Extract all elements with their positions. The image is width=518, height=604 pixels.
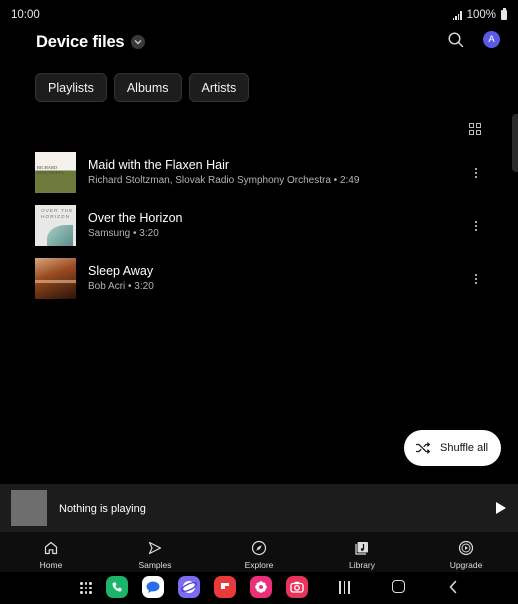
phone-app-icon[interactable]	[106, 576, 128, 598]
nav-samples[interactable]: Samples	[125, 540, 185, 570]
shuffle-all-button[interactable]: Shuffle all	[404, 430, 501, 466]
nav-label: Library	[349, 560, 375, 570]
nav-label: Samples	[138, 560, 172, 570]
page-title: Device files	[36, 32, 125, 51]
samples-icon	[148, 541, 162, 555]
album-cover	[35, 258, 76, 299]
track-subtitle: Richard Stoltzman, Slovak Radio Symphony…	[88, 175, 360, 186]
status-bar: 10:00 100%	[0, 0, 518, 30]
more-options-icon[interactable]	[471, 166, 481, 180]
album-cover-text: OVER THE HORIZON	[41, 209, 74, 220]
filter-chips: Playlists Albums Artists	[35, 73, 250, 102]
more-options-icon[interactable]	[471, 219, 481, 233]
nav-label: Upgrade	[449, 560, 483, 570]
shuffle-label: Shuffle all	[440, 442, 489, 454]
track-row[interactable]: OVER THE HORIZON Over the Horizon Samsun…	[35, 205, 495, 258]
nav-explore[interactable]: Explore	[229, 540, 289, 570]
track-subtitle: Bob Acri • 3:20	[88, 281, 154, 292]
nav-library[interactable]: Library	[332, 540, 392, 570]
library-icon	[355, 542, 368, 555]
battery-percent: 100%	[466, 9, 496, 21]
chevron-down-icon[interactable]	[131, 35, 146, 49]
track-row[interactable]: Sleep Away Bob Acri • 3:20	[35, 258, 495, 311]
system-home-icon[interactable]	[392, 580, 405, 593]
chip-albums[interactable]: Albums	[113, 73, 182, 102]
nav-label: Home	[39, 560, 63, 570]
chip-playlists[interactable]: Playlists	[35, 73, 107, 102]
scroll-handle[interactable]	[512, 114, 518, 172]
track-subtitle: Samsung • 3:20	[88, 228, 159, 239]
status-time: 10:00	[11, 9, 40, 21]
mini-player[interactable]: Nothing is playing	[0, 484, 518, 532]
track-title: Maid with the Flaxen Hair	[88, 158, 230, 172]
recent-apps-icon[interactable]	[339, 581, 351, 594]
track-title: Over the Horizon	[88, 211, 183, 225]
status-indicators: 100%	[452, 8, 507, 21]
page-header: Device files	[36, 30, 146, 54]
track-title: Sleep Away	[88, 264, 154, 278]
play-icon[interactable]	[496, 502, 506, 514]
system-nav-bar	[0, 572, 518, 604]
upgrade-icon	[458, 540, 474, 556]
album-cover-text: RICHARD STOLTZMAN	[37, 165, 64, 175]
gallery-app-icon[interactable]	[250, 576, 272, 598]
camera-app-icon[interactable]	[286, 576, 308, 598]
album-cover: RICHARD STOLTZMAN	[35, 152, 76, 193]
battery-icon	[501, 8, 507, 20]
back-icon[interactable]	[448, 580, 458, 594]
mini-player-artwork	[11, 490, 47, 526]
search-icon[interactable]	[447, 31, 465, 49]
nav-label: Explore	[244, 560, 274, 570]
signal-icon	[452, 10, 462, 20]
track-list: RICHARD STOLTZMAN Maid with the Flaxen H…	[35, 152, 495, 311]
mini-player-status: Nothing is playing	[59, 503, 146, 515]
track-row[interactable]: RICHARD STOLTZMAN Maid with the Flaxen H…	[35, 152, 495, 205]
avatar[interactable]: A	[483, 31, 500, 48]
nav-upgrade[interactable]: Upgrade	[436, 540, 496, 570]
chip-artists[interactable]: Artists	[188, 73, 250, 102]
messages-app-icon[interactable]	[142, 576, 164, 598]
more-options-icon[interactable]	[471, 272, 481, 286]
apps-grid-icon[interactable]	[80, 582, 92, 594]
home-icon	[44, 541, 58, 555]
nav-home[interactable]: Home	[21, 540, 81, 570]
internet-app-icon[interactable]	[178, 576, 200, 598]
bottom-nav: Home Samples Explore Library Upgrade	[0, 532, 518, 572]
album-cover: OVER THE HORIZON	[35, 205, 76, 246]
shuffle-icon	[416, 442, 431, 454]
flipboard-app-icon[interactable]	[214, 576, 236, 598]
grid-view-icon[interactable]	[469, 123, 481, 135]
compass-icon	[251, 540, 267, 556]
